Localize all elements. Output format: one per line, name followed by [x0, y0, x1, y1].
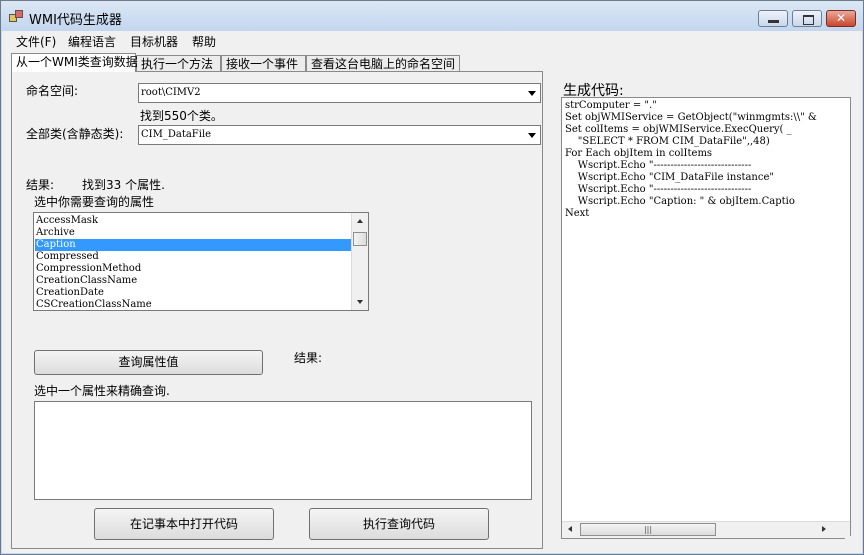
scroll-thumb[interactable]: ||| — [580, 523, 716, 536]
found-classes-text: 找到550个类。 — [140, 109, 223, 123]
close-button[interactable]: ✕ — [826, 10, 856, 27]
results-label-2: 结果: — [294, 351, 323, 365]
results-label: 结果: — [26, 178, 55, 192]
chevron-down-icon — [528, 133, 536, 138]
menu-bar: 文件(F) 编程语言 目标机器 帮助 — [2, 31, 862, 51]
menu-language[interactable]: 编程语言 — [68, 33, 116, 50]
precise-query-box[interactable] — [34, 401, 532, 500]
namespace-value: root\CIMV2 — [141, 87, 201, 98]
namespace-label: 命名空间: — [26, 84, 79, 98]
tab-execute-method[interactable]: 执行一个方法 — [136, 55, 221, 71]
list-item[interactable]: CreationDate — [35, 287, 351, 299]
list-item[interactable]: Compressed — [35, 251, 351, 263]
tab-query-class[interactable]: 从一个WMI类查询数据 — [11, 53, 138, 72]
properties-listbox[interactable]: AccessMask Archive Caption Compressed Co… — [33, 212, 369, 311]
code-horizontal-scrollbar[interactable]: ||| — [562, 521, 850, 538]
run-query-code-button[interactable]: 执行查询代码 — [309, 508, 489, 540]
list-item-selected[interactable]: Caption — [35, 239, 351, 251]
maximize-button[interactable] — [792, 10, 822, 27]
resize-grip[interactable] — [845, 536, 862, 553]
list-item[interactable]: Archive — [35, 227, 351, 239]
list-item[interactable]: CSCreationClassName — [35, 299, 351, 310]
classes-label: 全部类(含静态类): — [26, 127, 124, 141]
title-bar[interactable]: WMI代码生成器 ✕ — [1, 1, 863, 31]
class-combo[interactable]: CIM_DataFile — [138, 125, 541, 145]
main-window: WMI代码生成器 ✕ 文件(F) 编程语言 目标机器 帮助 从一个WMI类查询数… — [0, 0, 864, 555]
query-property-values-button[interactable]: 查询属性值 — [34, 350, 263, 375]
open-in-notepad-button[interactable]: 在记事本中打开代码 — [94, 508, 274, 540]
scroll-up-icon[interactable] — [357, 219, 363, 223]
scroll-down-icon[interactable] — [357, 300, 363, 304]
app-icon — [9, 10, 23, 22]
precise-query-label: 选中一个属性来精确查询. — [34, 384, 170, 398]
window-title: WMI代码生成器 — [29, 13, 122, 28]
client-area: 从一个WMI类查询数据 执行一个方法 接收一个事件 查看这台电脑上的命名空间 命… — [2, 51, 862, 553]
generated-code-box[interactable]: strComputer = "." Set objWMIService = Ge… — [561, 97, 851, 539]
class-value: CIM_DataFile — [141, 129, 212, 140]
minimize-button[interactable] — [758, 10, 788, 27]
select-properties-label: 选中你需要查询的属性 — [34, 195, 155, 209]
scroll-left-icon[interactable] — [568, 526, 572, 532]
list-item[interactable]: CompressionMethod — [35, 263, 351, 275]
tab-receive-event[interactable]: 接收一个事件 — [221, 55, 306, 71]
generated-code-text[interactable]: strComputer = "." Set objWMIService = Ge… — [565, 100, 817, 220]
list-item[interactable]: AccessMask — [35, 215, 351, 227]
list-item[interactable]: CreationClassName — [35, 275, 351, 287]
properties-scrollbar[interactable] — [351, 213, 368, 310]
scroll-thumb[interactable] — [353, 232, 367, 246]
menu-file[interactable]: 文件(F) — [16, 33, 56, 50]
menu-target-machine[interactable]: 目标机器 — [130, 33, 178, 50]
tab-browse-namespaces[interactable]: 查看这台电脑上的命名空间 — [306, 55, 460, 71]
menu-help[interactable]: 帮助 — [192, 33, 216, 50]
close-icon: ✕ — [835, 11, 847, 25]
maximize-icon — [803, 15, 814, 25]
scroll-right-icon[interactable] — [822, 526, 826, 532]
found-properties-text: 找到33 个属性. — [82, 178, 165, 192]
minimize-icon — [768, 20, 779, 23]
chevron-down-icon — [528, 91, 536, 96]
namespace-combo[interactable]: root\CIMV2 — [138, 83, 541, 103]
query-panel: 命名空间: root\CIMV2 找到550个类。 全部类(含静态类): CIM… — [11, 71, 543, 549]
